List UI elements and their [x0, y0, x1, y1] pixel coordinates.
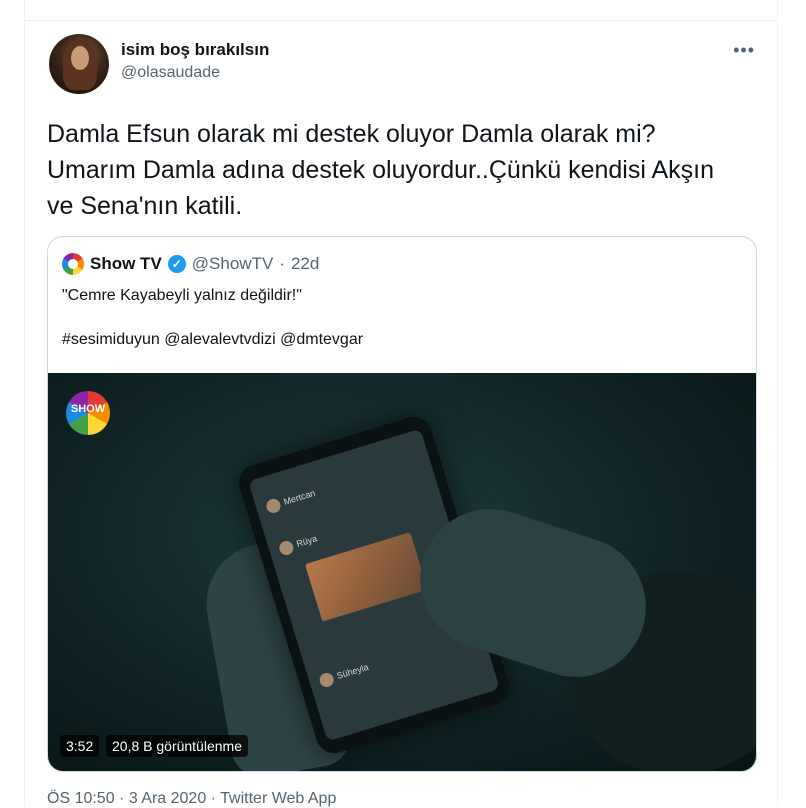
- video-views-badge: 20,8 B görüntülenme: [106, 735, 248, 757]
- more-icon[interactable]: •••: [733, 40, 755, 61]
- separator-dot: ·: [279, 254, 285, 273]
- author-name[interactable]: isim boş bırakılsın: [121, 40, 269, 60]
- quoted-time: 22d: [290, 254, 320, 273]
- divider: [25, 20, 777, 21]
- screen-message: Mertcan: [264, 487, 317, 515]
- quoted-tweet-header: Show TV ✓ @ShowTV · 22d: [62, 253, 319, 275]
- verified-badge-icon: ✓: [167, 255, 186, 273]
- quoted-author-handle: @ShowTV: [191, 254, 274, 273]
- tweet-text: Damla Efsun olarak mi destek oluyor Daml…: [47, 120, 714, 220]
- quoted-author-name: Show TV: [90, 254, 162, 273]
- video-logo-text: SHOW: [70, 403, 106, 415]
- avatar[interactable]: [49, 34, 109, 94]
- showtv-logo-icon: [62, 253, 84, 275]
- quoted-tweet[interactable]: Show TV ✓ @ShowTV · 22d "Cemre Kayabeyli…: [47, 236, 757, 772]
- screen-message: Süheyla: [317, 661, 370, 689]
- tweet-timestamp[interactable]: ÖS 10:50 · 3 Ara 2020 · Twitter Web App: [47, 790, 336, 808]
- quoted-hashtags: #sesimiduyun @alevalevtvdizi @dmtevgar: [62, 331, 364, 348]
- timeline-column: isim boş bırakılsın @olasaudade ••• Daml…: [24, 0, 778, 808]
- author-handle[interactable]: @olasaudade: [121, 64, 220, 82]
- quoted-text: "Cemre Kayabeyli yalnız değildir!": [62, 287, 302, 304]
- screen-photo: [304, 532, 428, 622]
- video-player[interactable]: Mertcan Rüya Süheyla SHOW 3:52 20,8 B gö…: [48, 373, 756, 771]
- screen-message: Rüya: [277, 532, 319, 557]
- video-duration-badge: 3:52: [60, 735, 100, 757]
